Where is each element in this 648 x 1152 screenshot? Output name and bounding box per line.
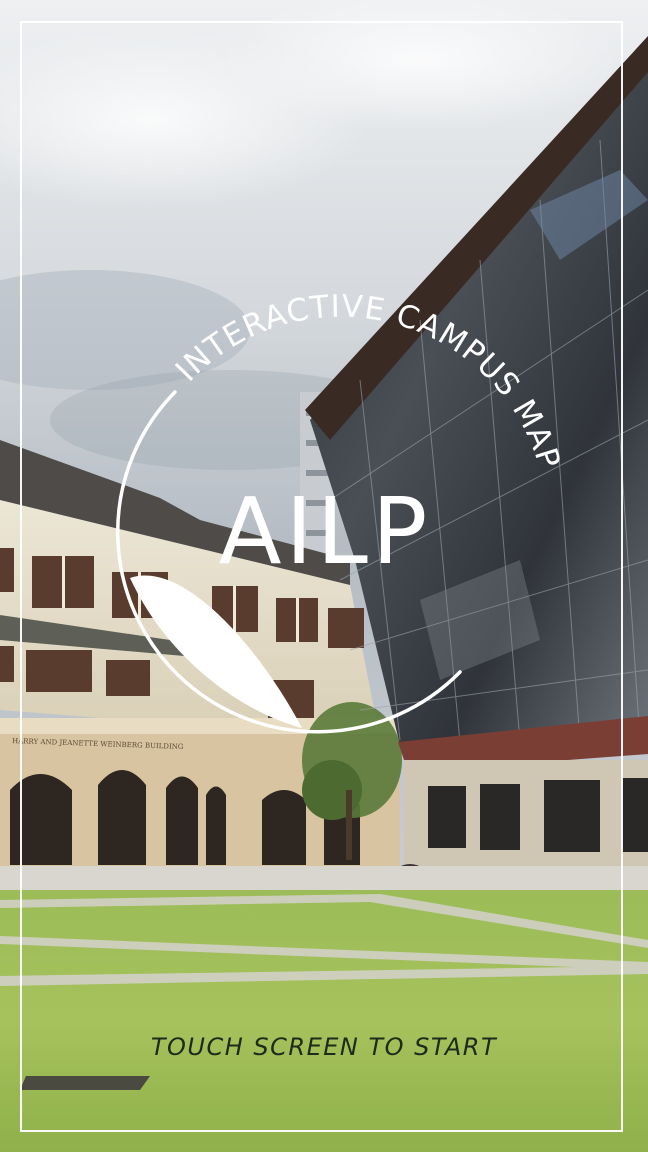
touch-screen[interactable]: HARRY AND JEANETTE WEINBERG BUILDING INT… — [0, 0, 648, 1152]
screen-frame — [20, 21, 623, 1132]
touch-to-start-prompt: TOUCH SCREEN TO START — [150, 1033, 498, 1061]
